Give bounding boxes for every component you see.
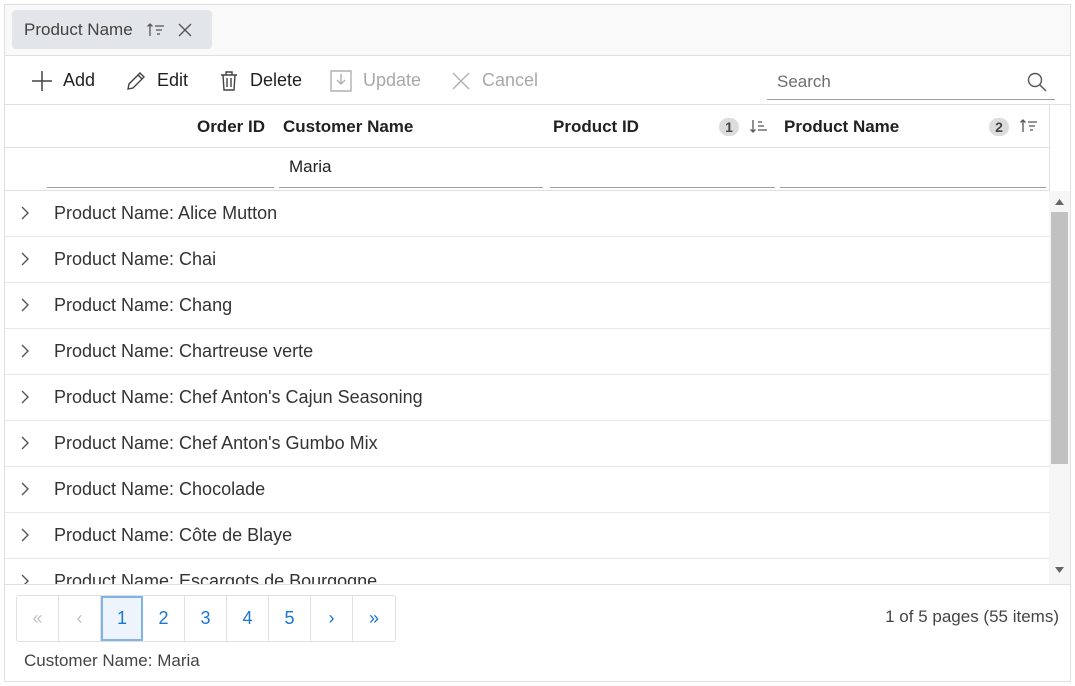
chevron-right-icon[interactable] — [20, 297, 30, 313]
group-row[interactable]: Product Name: Chartreuse verte — [5, 329, 1049, 375]
add-label: Add — [63, 70, 96, 90]
last-page-button[interactable]: » — [353, 596, 395, 641]
group-caption: Product Name: Chef Anton's Cajun Seasoni… — [54, 387, 423, 407]
page-button[interactable]: 1 — [101, 596, 143, 641]
chevron-right-icon[interactable] — [20, 435, 30, 451]
header-order-id[interactable]: Order ID — [45, 105, 275, 148]
chevron-right-icon[interactable] — [20, 527, 30, 543]
group-caption: Product Name: Chef Anton's Gumbo Mix — [54, 433, 378, 453]
update-button[interactable]: Update — [329, 56, 421, 105]
update-label: Update — [363, 70, 422, 90]
page-button[interactable]: 2 — [143, 596, 185, 641]
pencil-icon — [127, 71, 145, 90]
page-button[interactable]: 5 — [269, 596, 311, 641]
next-page-button[interactable]: › — [311, 596, 353, 641]
vertical-scrollbar[interactable] — [1049, 191, 1070, 584]
filter-product-name — [780, 152, 1046, 188]
search-box — [767, 66, 1055, 100]
search-input[interactable] — [775, 70, 1015, 94]
close-icon — [452, 72, 470, 89]
edit-label: Edit — [157, 70, 189, 90]
grid-content: Product Name: Alice Mutton Product Name: … — [5, 191, 1070, 584]
scroll-up-arrow-icon[interactable] — [1055, 199, 1064, 205]
header-order-id-label: Order ID — [196, 116, 265, 136]
filter-product-id — [550, 152, 775, 188]
header-product-id[interactable]: Product ID — [553, 105, 773, 148]
chevron-right-icon[interactable] — [20, 389, 30, 405]
filter-customer-name-input[interactable] — [279, 152, 543, 182]
delete-button[interactable]: Delete — [218, 56, 302, 105]
pager: « ‹ 1 2 3 4 5 › » 1 of 5 pages (55 items… — [5, 584, 1070, 681]
group-chip-label: Product Name — [24, 19, 133, 39]
group-row[interactable]: Product Name: Chef Anton's Cajun Seasoni… — [5, 375, 1049, 421]
column-header-row: Order ID Customer Name Product ID 1 Prod… — [5, 105, 1049, 148]
header-product-id-label: Product ID — [553, 116, 639, 136]
filter-order-id-input[interactable] — [47, 152, 274, 182]
group-row[interactable]: Product Name: Escargots de Bourgogne — [5, 559, 1049, 584]
group-caption: Product Name: Alice Mutton — [54, 203, 278, 223]
cancel-label: Cancel — [482, 70, 539, 90]
sort-ascending-icon[interactable] — [146, 22, 165, 38]
group-row[interactable]: Product Name: Chef Anton's Gumbo Mix — [5, 421, 1049, 467]
scroll-down-arrow-icon[interactable] — [1055, 567, 1064, 573]
group-caption: Product Name: Escargots de Bourgogne — [54, 571, 378, 584]
trash-icon — [221, 70, 237, 91]
chevron-right-icon[interactable] — [20, 573, 30, 584]
pager-buttons: « ‹ 1 2 3 4 5 › » — [16, 595, 396, 642]
group-caption: Product Name: Chai — [54, 249, 217, 269]
pager-info: 1 of 5 pages (55 items) — [885, 607, 1059, 626]
header-scroll-spacer — [1049, 105, 1070, 191]
header-customer-name-label: Customer Name — [283, 116, 414, 136]
data-grid: Product Name Add Edit Delete Update Canc… — [4, 4, 1071, 682]
close-icon[interactable] — [177, 22, 193, 38]
group-row[interactable]: Product Name: Chocolade — [5, 467, 1049, 513]
sort-ascending-icon[interactable] — [1020, 118, 1038, 134]
chevron-right-icon[interactable] — [20, 205, 30, 221]
add-button[interactable]: Add — [31, 56, 95, 105]
chevron-right-icon[interactable] — [20, 343, 30, 359]
page-button[interactable]: 3 — [185, 596, 227, 641]
group-caption: Product Name: Chartreuse verte — [54, 341, 314, 361]
previous-page-button[interactable]: ‹ — [59, 596, 101, 641]
first-page-button[interactable]: « — [17, 596, 59, 641]
group-row[interactable]: Product Name: Chang — [5, 283, 1049, 329]
delete-label: Delete — [250, 70, 303, 90]
group-caption: Product Name: Chang — [54, 295, 233, 315]
sort-order-badge: 2 — [989, 118, 1009, 136]
filter-summary: Customer Name: Maria — [24, 651, 200, 670]
group-caption: Product Name: Côte de Blaye — [54, 525, 293, 545]
filter-row-indent — [5, 148, 45, 191]
filter-order-id — [47, 152, 274, 188]
cancel-button[interactable]: Cancel — [450, 56, 538, 105]
sort-order-badge: 1 — [719, 118, 739, 136]
scrollbar-thumb[interactable] — [1051, 212, 1068, 464]
filter-product-id-input[interactable] — [550, 152, 775, 182]
group-panel[interactable]: Product Name — [5, 5, 1070, 56]
chevron-right-icon[interactable] — [20, 481, 30, 497]
save-icon — [330, 69, 352, 92]
sort-descending-icon[interactable] — [750, 118, 768, 134]
page-button[interactable]: 4 — [227, 596, 269, 641]
group-row[interactable]: Product Name: Côte de Blaye — [5, 513, 1049, 559]
search-icon[interactable] — [1027, 72, 1047, 92]
group-row[interactable]: Product Name: Alice Mutton — [5, 191, 1049, 237]
toolbar: Add Edit Delete Update Cancel — [5, 56, 1070, 105]
chevron-right-icon[interactable] — [20, 251, 30, 267]
header-product-name[interactable]: Product Name — [784, 105, 984, 148]
filter-row — [5, 148, 1049, 191]
filter-customer-name — [279, 152, 543, 188]
group-chip-product-name[interactable]: Product Name — [12, 10, 212, 49]
header-customer-name[interactable]: Customer Name — [283, 105, 543, 148]
header-product-name-label: Product Name — [784, 116, 900, 136]
filter-product-name-input[interactable] — [780, 152, 1046, 182]
edit-button[interactable]: Edit — [125, 56, 188, 105]
group-row[interactable]: Product Name: Chai — [5, 237, 1049, 283]
group-caption: Product Name: Chocolade — [54, 479, 266, 499]
plus-icon — [32, 70, 52, 91]
